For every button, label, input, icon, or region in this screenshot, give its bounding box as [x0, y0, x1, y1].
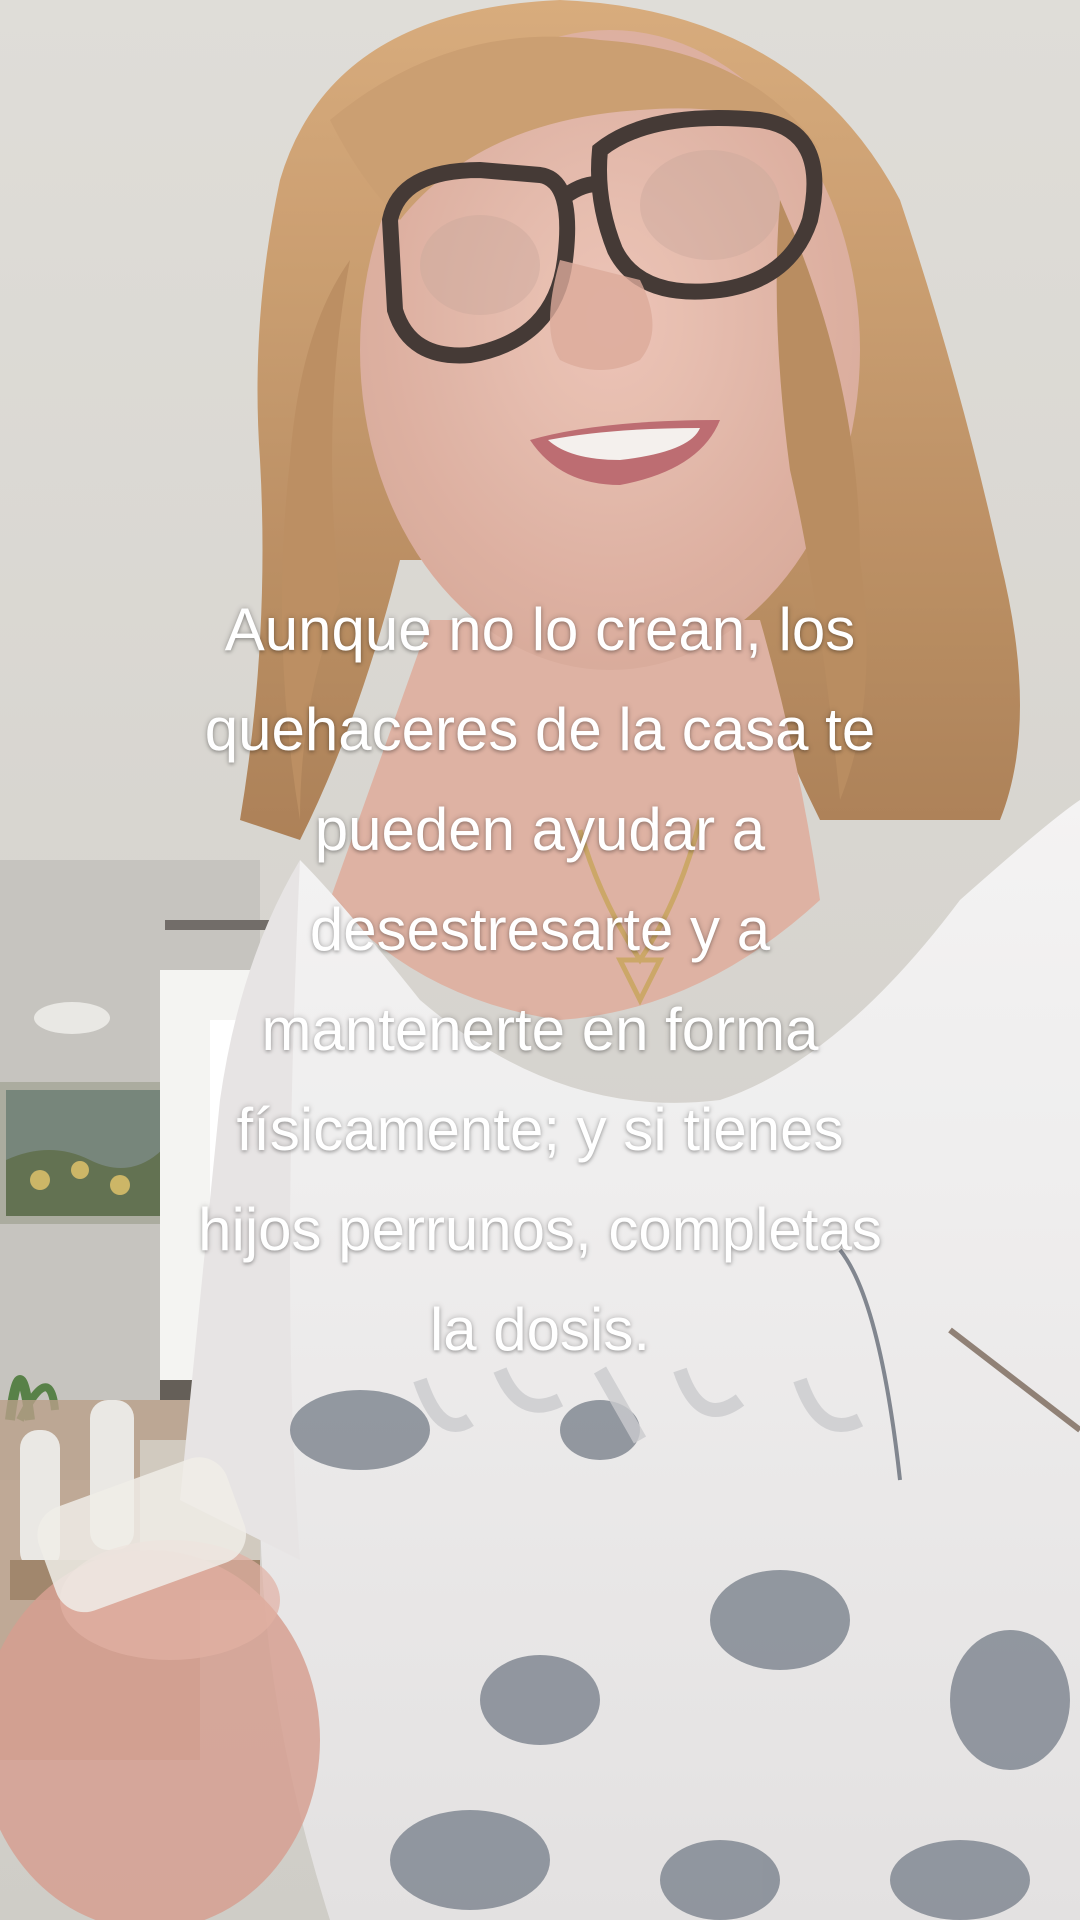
video-caption: Aunque no lo crean, los quehaceres de la…	[90, 580, 990, 1380]
caption-line: hijos perrunos, completas	[198, 1196, 882, 1263]
video-frame: Aunque no lo crean, los quehaceres de la…	[0, 0, 1080, 1920]
caption-line: desestresarte y a	[309, 896, 771, 963]
caption-line: pueden ayudar a	[314, 796, 766, 863]
caption-line: la dosis.	[429, 1296, 651, 1363]
caption-line: quehaceres de la casa te	[204, 696, 876, 763]
caption-line: Aunque no lo crean, los	[224, 596, 856, 663]
caption-line: mantenerte en forma	[261, 996, 819, 1063]
caption-line: físicamente; y si tienes	[236, 1096, 844, 1163]
